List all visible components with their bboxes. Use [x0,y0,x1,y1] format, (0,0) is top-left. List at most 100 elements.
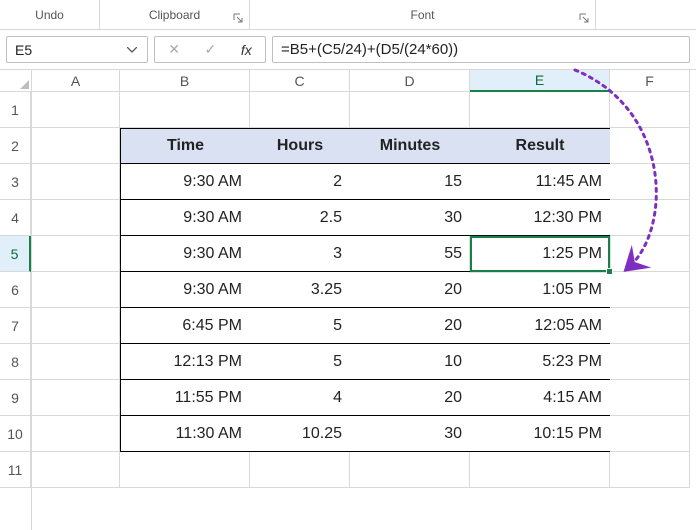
name-box[interactable]: E5 [6,36,148,63]
cell[interactable]: 9:30 AM [120,200,250,236]
col-header[interactable]: D [350,70,470,92]
cell[interactable] [470,452,610,488]
enter-formula-icon[interactable]: ✓ [205,41,217,58]
col-header[interactable]: C [250,70,350,92]
cell[interactable]: 9:30 AM [120,164,250,200]
cell[interactable]: 9:30 AM [120,272,250,308]
ribbon-group-undo[interactable]: Undo [0,0,100,29]
row-header[interactable]: 8 [0,344,31,380]
cell[interactable]: 12:05 AM [470,308,610,344]
cell[interactable]: 3.25 [250,272,350,308]
col-header[interactable]: F [610,70,690,92]
cell[interactable]: 4:15 AM [470,380,610,416]
cell[interactable]: 3 [250,236,350,272]
cell[interactable] [32,416,120,452]
row-header[interactable]: 10 [0,416,31,452]
cell[interactable]: 1:05 PM [470,272,610,308]
cell[interactable] [120,92,250,128]
table-header[interactable]: Result [470,128,610,164]
formula-input-wrap[interactable]: =B5+(C5/24)+(D5/(24*60)) [272,36,690,63]
cell[interactable] [610,128,690,164]
cell[interactable]: 11:45 AM [470,164,610,200]
row-header[interactable]: 3 [0,164,31,200]
cell[interactable]: 5:23 PM [470,344,610,380]
cell[interactable] [610,164,690,200]
cell[interactable] [32,92,120,128]
cell[interactable] [32,380,120,416]
cell[interactable] [470,92,610,128]
cell[interactable] [32,200,120,236]
row-header[interactable]: 1 [0,92,31,128]
cell[interactable] [610,344,690,380]
cell[interactable]: 2 [250,164,350,200]
cell[interactable]: 5 [250,344,350,380]
dialog-launcher-icon[interactable] [579,13,589,23]
cell[interactable] [32,272,120,308]
fx-button-group: ✕ ✓ fx [154,36,266,63]
cell[interactable] [610,308,690,344]
cell[interactable] [610,236,690,272]
cell[interactable]: 30 [350,200,470,236]
cell[interactable]: 4 [250,380,350,416]
cell[interactable] [610,416,690,452]
cell[interactable]: 5 [250,308,350,344]
table-header[interactable]: Hours [250,128,350,164]
cell[interactable]: 9:30 AM [120,236,250,272]
row-header[interactable]: 5 [0,236,31,272]
table-header[interactable]: Time [120,128,250,164]
ribbon-group-clipboard[interactable]: Clipboard [100,0,250,29]
ribbon-group-font[interactable]: Font [250,0,596,29]
row-header[interactable]: 11 [0,452,31,488]
cell[interactable] [610,200,690,236]
row-header[interactable]: 4 [0,200,31,236]
row-header[interactable]: 9 [0,380,31,416]
grid-row: Time Hours Minutes Result [32,128,696,164]
row-header[interactable]: 6 [0,272,31,308]
cell[interactable]: 15 [350,164,470,200]
cell[interactable] [250,452,350,488]
cell[interactable] [250,92,350,128]
row-header[interactable]: 2 [0,128,31,164]
select-all-corner[interactable] [0,70,32,92]
cell[interactable]: 10:15 PM [470,416,610,452]
cell[interactable]: 12:13 PM [120,344,250,380]
dialog-launcher-icon[interactable] [233,13,243,23]
cell[interactable]: 30 [350,416,470,452]
col-header[interactable]: E [470,70,610,92]
cell[interactable]: 55 [350,236,470,272]
cell[interactable]: 2.5 [250,200,350,236]
cell[interactable] [610,272,690,308]
cancel-formula-icon[interactable]: ✕ [168,41,180,58]
cell[interactable] [350,92,470,128]
cell[interactable] [32,164,120,200]
formula-bar: E5 ✕ ✓ fx =B5+(C5/24)+(D5/(24*60)) [0,30,696,70]
cell[interactable]: 11:55 PM [120,380,250,416]
cell[interactable] [350,452,470,488]
cell[interactable] [32,452,120,488]
row-header[interactable]: 7 [0,308,31,344]
col-header[interactable]: A [32,70,120,92]
cell[interactable]: 11:30 AM [120,416,250,452]
formula-input[interactable]: =B5+(C5/24)+(D5/(24*60)) [281,41,681,58]
chevron-down-icon[interactable] [125,43,139,57]
fx-icon[interactable]: fx [241,42,252,58]
cell[interactable]: 20 [350,380,470,416]
cell-selected[interactable]: 1:25 PM [470,236,610,272]
cell[interactable] [610,452,690,488]
cell[interactable] [610,380,690,416]
cell[interactable]: 6:45 PM [120,308,250,344]
col-header[interactable]: B [120,70,250,92]
cell[interactable]: 10 [350,344,470,380]
cell[interactable]: 20 [350,272,470,308]
grid-scroll-area[interactable]: A B C D E F Time Hours Minutes [32,70,696,530]
cell[interactable] [610,92,690,128]
cell[interactable]: 20 [350,308,470,344]
cell[interactable] [32,308,120,344]
cell[interactable] [120,452,250,488]
cell[interactable]: 10.25 [250,416,350,452]
cell[interactable] [32,128,120,164]
cell[interactable] [32,236,120,272]
cell[interactable] [32,344,120,380]
cell[interactable]: 12:30 PM [470,200,610,236]
table-header[interactable]: Minutes [350,128,470,164]
